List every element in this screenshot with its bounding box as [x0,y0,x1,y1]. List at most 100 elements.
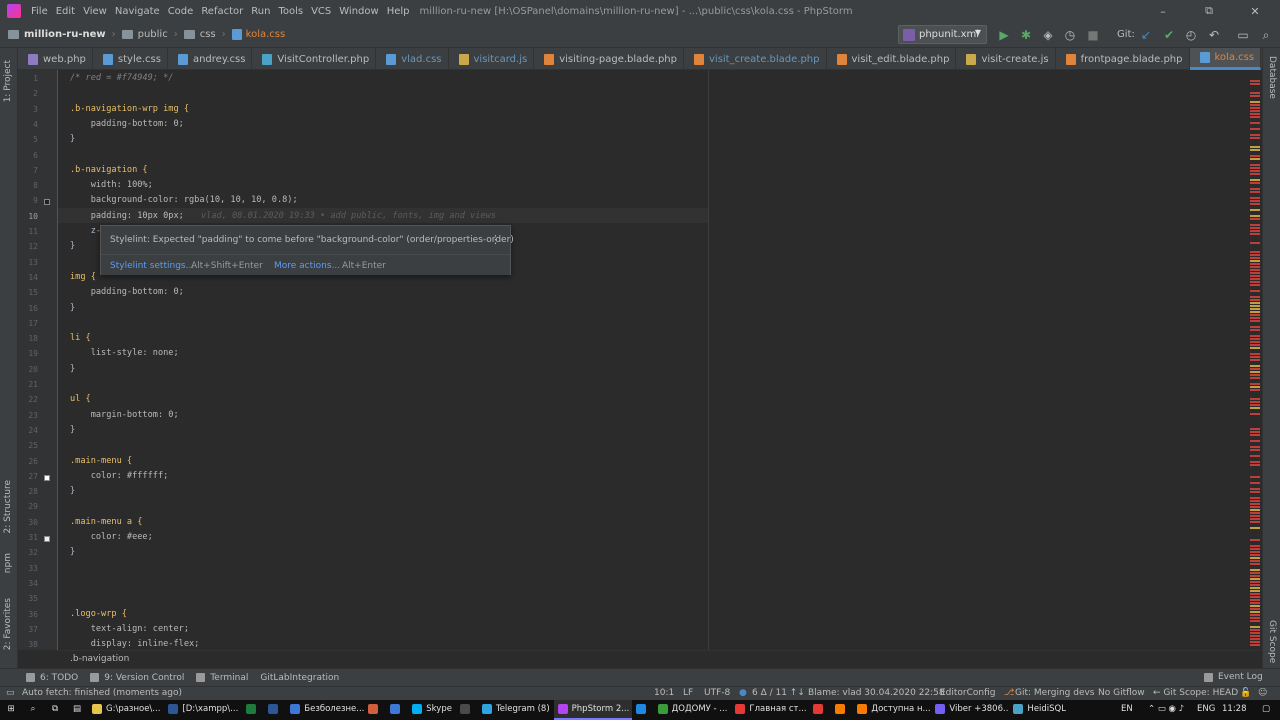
more-options-icon[interactable]: ⋮ [490,233,501,246]
git-scope-status[interactable]: ← Git Scope: HEAD [1153,688,1238,698]
editor-tab[interactable]: visiting-page.blade.php [534,48,684,70]
error-stripe-mark[interactable] [1250,482,1260,484]
git-update-icon[interactable]: ↙ [1138,27,1154,43]
line-separator[interactable]: LF [683,688,693,698]
error-stripe-mark[interactable] [1250,620,1260,622]
error-stripe-mark[interactable] [1250,590,1260,592]
error-stripe-mark[interactable] [1250,446,1260,448]
breadcrumb-css[interactable]: css [200,29,216,40]
error-stripe-mark[interactable] [1250,341,1260,343]
gitlab-tool-button[interactable]: GitLabIntegration [260,673,339,683]
error-stripe-mark[interactable] [1250,179,1260,181]
editor-tab[interactable]: kola.css [1189,48,1262,70]
error-stripe-mark[interactable] [1250,272,1260,274]
git-commit-icon[interactable]: ✔ [1161,27,1177,43]
search-everywhere-icon[interactable]: ⌕ [1258,27,1274,43]
menu-vcs[interactable]: VCS [307,6,335,17]
error-stripe-mark[interactable] [1250,518,1260,520]
error-stripe-mark[interactable] [1250,224,1260,226]
error-stripe-mark[interactable] [1250,296,1260,298]
error-stripe-mark[interactable] [1250,569,1260,571]
status-message[interactable]: Auto fetch: finished (moments ago) [22,688,182,698]
error-stripe-mark[interactable] [1250,299,1260,301]
breadcrumb-project[interactable]: million-ru-new [24,29,106,40]
error-stripe-mark[interactable] [1250,215,1260,217]
lock-icon[interactable]: 🔓 [1240,688,1251,698]
npm-tool-tab[interactable]: npm [3,553,13,573]
error-stripe-mark[interactable] [1250,95,1260,97]
menu-edit[interactable]: Edit [52,6,79,17]
taskbar-app[interactable]: PhpStorm 2... [553,700,632,720]
error-stripe-mark[interactable] [1250,548,1260,550]
error-stripe-mark[interactable] [1250,476,1260,478]
error-stripe-mark[interactable] [1250,260,1260,262]
error-stripe-mark[interactable] [1250,386,1260,388]
menu-run[interactable]: Run [247,6,274,17]
taskbar-app[interactable]: G:\разное\... [88,700,164,720]
stylelint-settings-link[interactable]: Stylelint settings... [110,261,194,271]
error-stripe-mark[interactable] [1250,173,1260,175]
taskbar-app[interactable]: [D:\xampp\... [164,700,242,720]
error-stripe-mark[interactable] [1250,164,1260,166]
error-stripe-mark[interactable] [1250,353,1260,355]
menu-navigate[interactable]: Navigate [111,6,164,17]
error-stripe-mark[interactable] [1250,407,1260,409]
error-stripe-mark[interactable] [1250,614,1260,616]
taskbar-app[interactable] [386,700,408,720]
error-stripe-mark[interactable] [1250,320,1260,322]
error-stripe-mark[interactable] [1250,608,1260,610]
error-stripe-mark[interactable] [1250,584,1260,586]
error-stripe-mark[interactable] [1250,128,1260,130]
editor-tab[interactable]: visit_create.blade.php [684,48,827,70]
error-stripe-mark[interactable] [1250,356,1260,358]
error-stripe-mark[interactable] [1250,101,1260,103]
close-button[interactable]: ✕ [1232,0,1278,22]
menu-refactor[interactable]: Refactor [197,6,247,17]
file-explorer-icon[interactable]: ▤ [66,700,88,720]
editorconfig-status[interactable]: EditorConfig [940,688,996,698]
taskbar-app[interactable]: Доступна н... [853,700,931,720]
editor-tab[interactable]: visit_edit.blade.php [827,48,957,70]
error-stripe-mark[interactable] [1250,170,1260,172]
error-stripe-mark[interactable] [1250,284,1260,286]
error-stripe-mark[interactable] [1250,104,1260,106]
notifications-icon[interactable]: ▢ [1262,704,1270,714]
taskbar-app[interactable] [809,700,831,720]
error-stripe-mark[interactable] [1250,134,1260,136]
error-stripe-mark[interactable] [1250,491,1260,493]
taskbar-app[interactable] [456,700,478,720]
error-stripe-mark[interactable] [1250,572,1260,574]
error-stripe-mark[interactable] [1250,515,1260,517]
error-stripe-mark[interactable] [1250,335,1260,337]
breadcrumb-public[interactable]: public [138,29,168,40]
error-stripe-mark[interactable] [1250,434,1260,436]
editor-tab[interactable]: vlad.css [376,48,449,70]
error-stripe-mark[interactable] [1250,290,1260,292]
run-icon[interactable]: ▶ [996,27,1012,43]
taskbar-app[interactable] [632,700,654,720]
keyboard-language[interactable]: ENG [1197,704,1215,714]
error-stripe-mark[interactable] [1250,440,1260,442]
more-actions-link[interactable]: More actions... [274,261,340,271]
error-stripe-mark[interactable] [1250,551,1260,553]
profile-icon[interactable]: ◷ [1062,27,1078,43]
error-stripe-mark[interactable] [1250,317,1260,319]
error-stripe-mark[interactable] [1250,347,1260,349]
error-stripe-mark[interactable] [1250,80,1260,82]
error-stripe-mark[interactable] [1250,635,1260,637]
taskbar-app[interactable]: Безболезне... [286,700,364,720]
favorites-tool-tab[interactable]: 2: Favorites [3,598,13,650]
error-stripe-mark[interactable] [1250,383,1260,385]
error-stripe-mark[interactable] [1250,539,1260,541]
error-stripe-mark[interactable] [1250,200,1260,202]
error-stripe-mark[interactable] [1250,401,1260,403]
error-stripe-mark[interactable] [1250,560,1260,562]
error-stripe-mark[interactable] [1250,275,1260,277]
taskbar-app[interactable]: Skype [408,700,456,720]
error-stripe-mark[interactable] [1250,596,1260,598]
windows-start-icon[interactable]: ⊞ [0,700,22,720]
error-stripe-mark[interactable] [1250,113,1260,115]
layout-icon[interactable]: ▭ [1235,27,1251,43]
vcs-changes[interactable]: 6 Δ / 11 ↑↓ [752,688,805,698]
debug-icon[interactable]: ✱ [1018,27,1034,43]
